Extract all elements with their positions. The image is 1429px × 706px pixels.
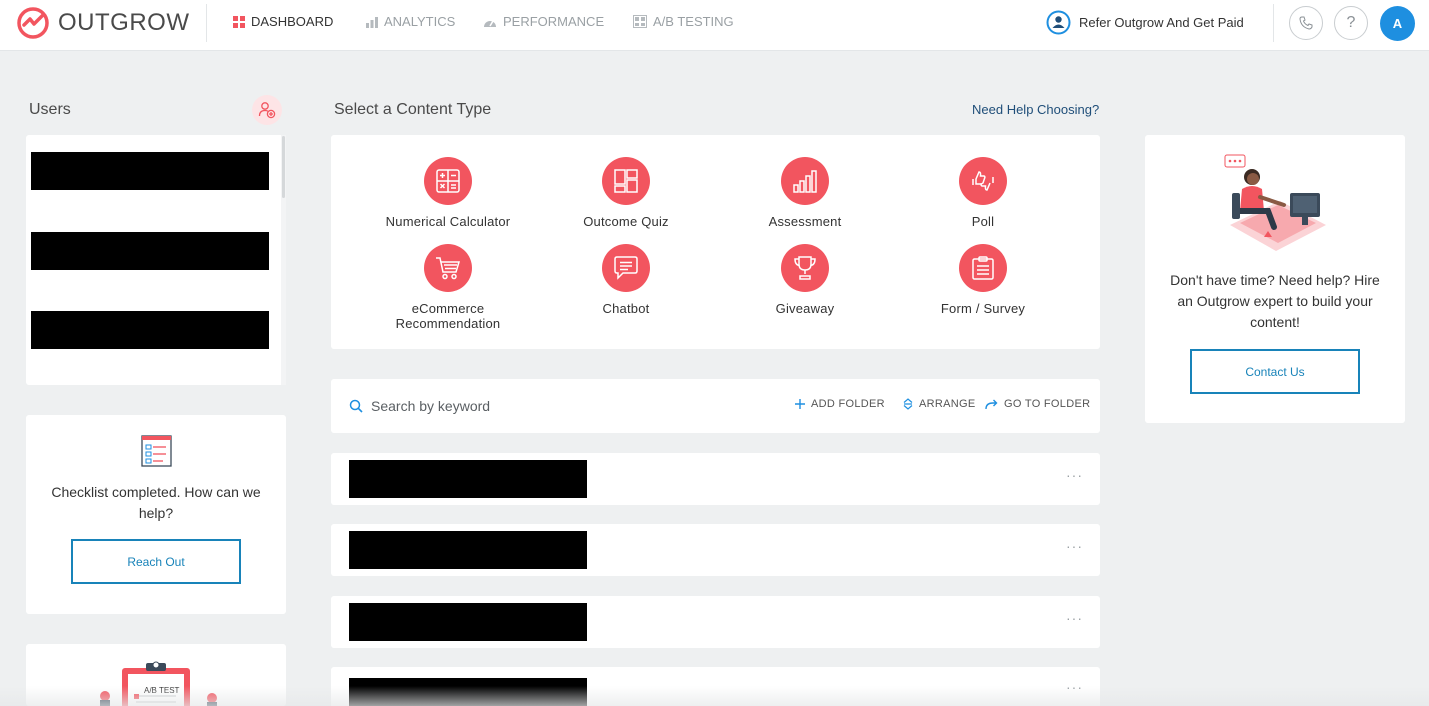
user-item-redacted[interactable]	[31, 152, 269, 190]
checklist-card: Checklist completed. How can we help? Re…	[26, 415, 286, 614]
expert-illustration	[1224, 154, 1326, 251]
dashboard-grid-icon	[233, 15, 245, 28]
nav-performance-label: PERFORMANCE	[503, 14, 605, 29]
nav-ab-testing-label: A/B TESTING	[653, 14, 734, 29]
ab-test-label: A/B TEST	[144, 686, 180, 695]
plus-icon	[795, 399, 805, 409]
content-title-redacted	[349, 531, 587, 569]
ab-test-icon	[633, 15, 647, 28]
nav-analytics[interactable]: ANALYTICS	[366, 14, 455, 29]
nav-dashboard[interactable]: DASHBOARD	[233, 14, 333, 29]
content-type-numerical-calculator[interactable]: Numerical Calculator	[363, 157, 533, 229]
refer-user-icon	[1046, 10, 1071, 35]
cart-icon	[424, 244, 472, 292]
clipboard-icon	[959, 244, 1007, 292]
poll-thumbs-icon	[959, 157, 1007, 205]
chat-icon	[602, 244, 650, 292]
assessment-bars-icon	[781, 157, 829, 205]
avatar-initial: A	[1392, 16, 1403, 31]
ab-test-promo-card: A/B TEST	[26, 644, 286, 706]
more-options-icon[interactable]: ···	[1066, 538, 1083, 554]
nav-performance[interactable]: PERFORMANCE	[483, 14, 604, 29]
add-user-button[interactable]	[252, 95, 282, 125]
bar-chart-icon	[366, 16, 378, 28]
arrange-label: ARRANGE	[919, 398, 976, 410]
reach-out-label: Reach Out	[127, 554, 185, 569]
more-options-icon[interactable]: ···	[1066, 467, 1083, 483]
phone-icon	[1299, 16, 1313, 30]
ab-test-illustration	[100, 661, 217, 706]
checklist-text: Checklist completed. How can we help?	[51, 484, 261, 521]
content-type-poll[interactable]: Poll	[898, 157, 1068, 229]
content-row[interactable]: ···	[331, 453, 1100, 505]
quiz-grid-icon	[602, 157, 650, 205]
header-divider-right	[1273, 4, 1274, 42]
nav-ab-testing[interactable]: A/B TESTING	[633, 14, 734, 29]
more-options-icon[interactable]: ···	[1066, 610, 1083, 626]
arrange-button[interactable]: ARRANGE	[903, 398, 976, 410]
user-avatar[interactable]: A	[1380, 6, 1415, 41]
calculator-icon	[424, 157, 472, 205]
content-type-label: Giveaway	[775, 301, 835, 316]
phone-button[interactable]	[1289, 6, 1323, 40]
users-title: Users	[29, 101, 71, 118]
search-icon	[349, 399, 363, 413]
help-icon: ?	[1346, 14, 1356, 31]
speedometer-icon	[483, 16, 497, 28]
nav-analytics-label: ANALYTICS	[384, 14, 456, 29]
content-row[interactable]: ···	[331, 667, 1100, 706]
more-options-icon[interactable]: ···	[1066, 679, 1083, 695]
add-user-icon	[258, 102, 276, 119]
refer-link[interactable]: Refer Outgrow And Get Paid	[1046, 10, 1244, 35]
content-type-giveaway[interactable]: Giveaway	[720, 244, 890, 316]
content-type-ecommerce-recommendation[interactable]: eCommerce Recommendation	[363, 244, 533, 331]
nav-dashboard-label: DASHBOARD	[251, 14, 334, 29]
add-folder-label: ADD FOLDER	[811, 398, 885, 410]
expert-help-text: Don't have time? Need help? Hire an Outg…	[1170, 272, 1380, 330]
content-type-label: Assessment	[768, 214, 842, 229]
content-row[interactable]: ···	[331, 596, 1100, 648]
content-type-label: Numerical Calculator	[385, 214, 511, 229]
need-help-link[interactable]: Need Help Choosing?	[972, 102, 1099, 117]
expert-help-card: Don't have time? Need help? Hire an Outg…	[1145, 135, 1405, 423]
go-to-folder-label: GO TO FOLDER	[1004, 398, 1091, 410]
content-type-label: Outcome Quiz	[583, 214, 669, 229]
content-title-redacted	[349, 460, 587, 498]
contact-us-label: Contact Us	[1245, 364, 1305, 379]
content-toolbar: ADD FOLDER ARRANGE GO TO FOLDER	[331, 379, 1100, 433]
content-title-redacted	[349, 678, 587, 706]
content-type-title: Select a Content Type	[334, 101, 492, 118]
redirect-arrow-icon	[985, 399, 998, 410]
trophy-icon	[781, 244, 829, 292]
content-type-label: Chatbot	[602, 301, 650, 316]
content-type-form-survey[interactable]: Form / Survey	[898, 244, 1068, 316]
content-title-redacted	[349, 603, 587, 641]
help-button[interactable]: ?	[1334, 6, 1368, 40]
arrange-icon	[903, 398, 913, 410]
add-folder-button[interactable]: ADD FOLDER	[795, 398, 885, 410]
content-type-label: eCommerce Recommendation	[395, 301, 501, 331]
user-item-redacted[interactable]	[31, 311, 269, 349]
content-type-assessment[interactable]: Assessment	[720, 157, 890, 229]
go-to-folder-button[interactable]: GO TO FOLDER	[985, 398, 1090, 410]
checklist-icon	[141, 435, 172, 467]
content-type-chatbot[interactable]: Chatbot	[541, 244, 711, 316]
refer-label: Refer Outgrow And Get Paid	[1079, 15, 1244, 30]
outgrow-logo[interactable]: OUTGROW	[16, 6, 189, 40]
users-list	[26, 135, 286, 385]
user-item-redacted[interactable]	[31, 232, 269, 270]
users-scrollbar-thumb[interactable]	[282, 136, 285, 198]
logo-text: OUTGROW	[58, 9, 190, 36]
header-divider	[206, 4, 207, 42]
contact-us-button[interactable]: Contact Us	[1190, 349, 1360, 394]
content-type-label: Form / Survey	[940, 301, 1026, 316]
content-type-panel: Numerical Calculator Outcome Quiz Assess…	[331, 135, 1100, 349]
search-input[interactable]	[371, 394, 691, 418]
top-bar: OUTGROW DASHBOARD ANALYTICS PERFORMANCE …	[0, 0, 1429, 51]
outgrow-logo-icon	[17, 7, 49, 39]
content-type-outcome-quiz[interactable]: Outcome Quiz	[541, 157, 711, 229]
reach-out-button[interactable]: Reach Out	[71, 539, 241, 584]
content-type-label: Poll	[971, 214, 995, 229]
content-row[interactable]: ···	[331, 524, 1100, 576]
